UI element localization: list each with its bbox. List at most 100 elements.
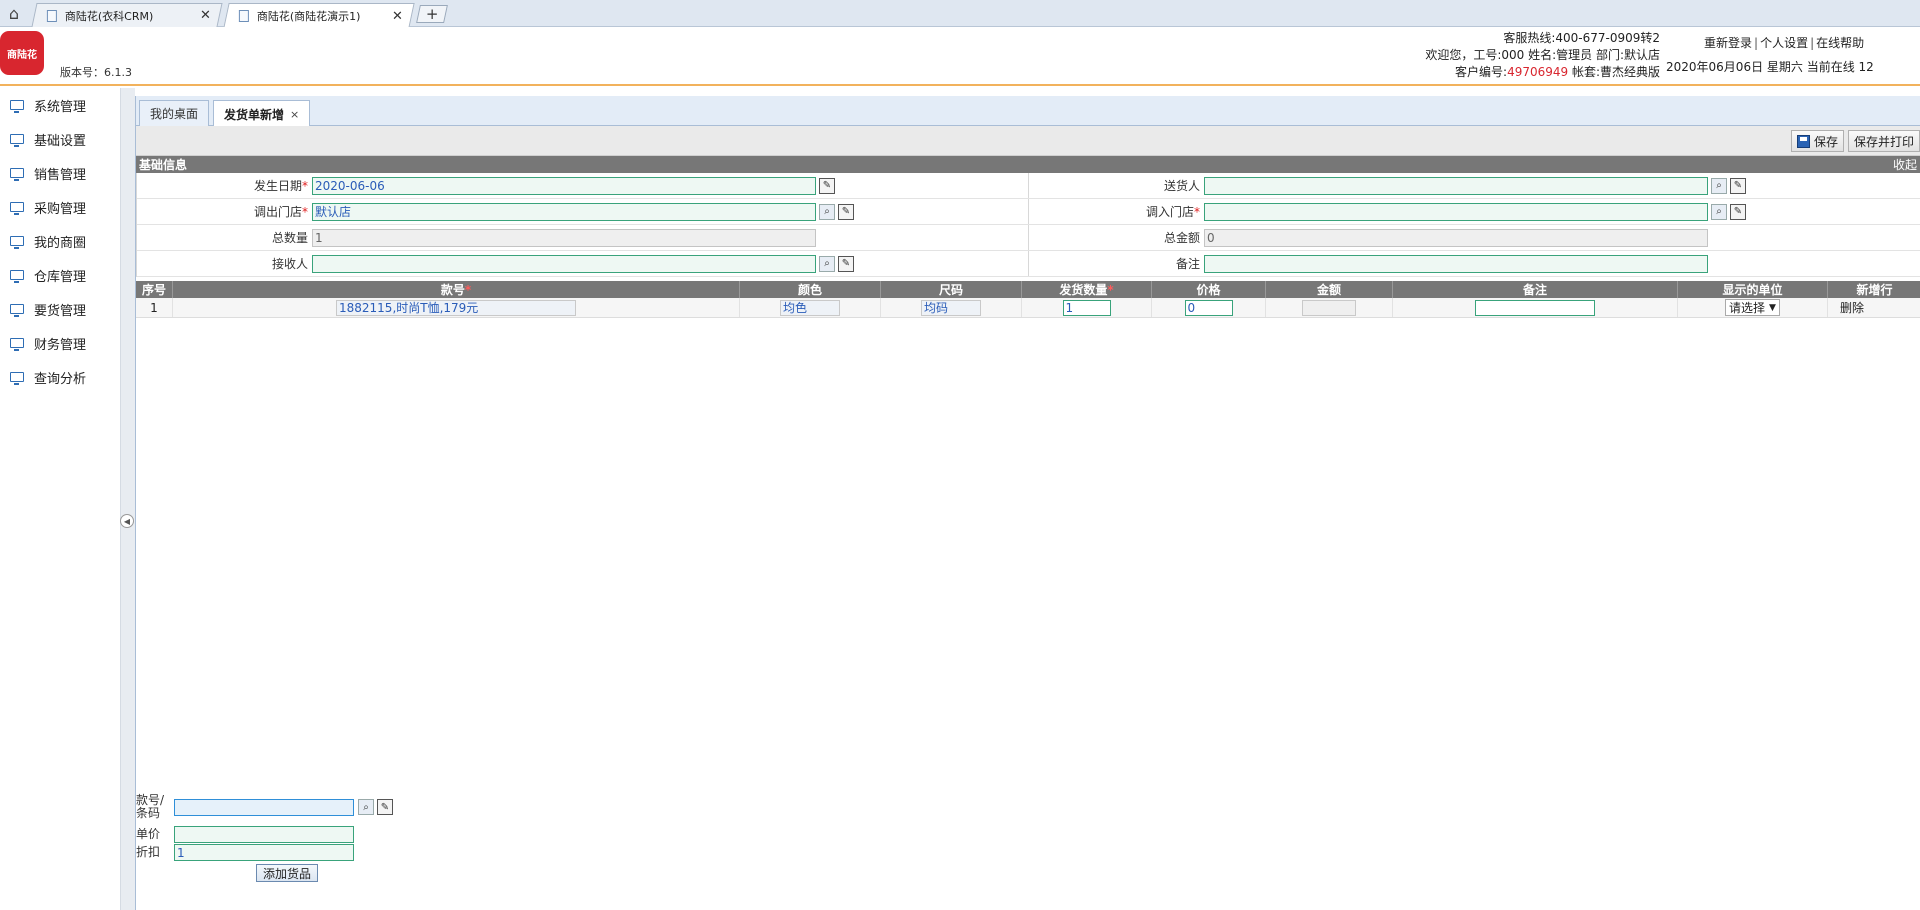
sidebar-item-business-circle[interactable]: 我的商圈 <box>0 224 120 258</box>
sidebar-splitter[interactable] <box>120 88 135 910</box>
online-help-link[interactable]: 在线帮助 <box>1816 36 1864 50</box>
sidebar: 系统管理 基础设置 销售管理 采购管理 我的商圈 仓库管理 要货管理 财务管理 … <box>0 88 120 910</box>
page-icon <box>46 9 57 22</box>
sidebar-item-system[interactable]: 系统管理 <box>0 88 120 122</box>
receiver-cell: 接收人 ⌕ ✎ <box>137 251 1029 276</box>
table-row: 1 1882115,时尚T恤,179元 均色 均码 1 0 请选择 ▼ 删除 <box>136 298 1920 318</box>
close-icon[interactable]: × <box>290 108 299 121</box>
search-icon[interactable]: ⌕ <box>819 203 835 220</box>
section-title: 基础信息 <box>139 158 188 172</box>
unit-price-input[interactable] <box>174 826 354 843</box>
price-input[interactable]: 0 <box>1184 299 1233 316</box>
code-label: 款号/条码 <box>136 793 165 820</box>
close-icon[interactable]: ✕ <box>392 9 403 24</box>
monitor-icon <box>10 270 24 283</box>
sender-cell: 送货人 ⌕ ✎ <box>1029 173 1920 198</box>
sidebar-item-label: 销售管理 <box>34 167 87 183</box>
link-separator: | <box>1810 36 1815 50</box>
edit-icon[interactable]: ✎ <box>838 203 854 220</box>
date-field[interactable]: 2020-06-06 <box>312 176 816 195</box>
save-icon <box>1797 134 1810 148</box>
edit-icon[interactable]: ✎ <box>1730 177 1746 194</box>
save-button[interactable]: 保存 <box>1791 130 1845 152</box>
unit-select[interactable]: 请选择 ▼ <box>1725 299 1780 316</box>
edit-icon[interactable]: ✎ <box>838 255 854 272</box>
save-print-button[interactable]: 保存并打印 <box>1848 130 1920 152</box>
search-icon[interactable]: ⌕ <box>1711 177 1727 194</box>
monitor-icon <box>10 168 24 181</box>
search-icon[interactable]: ⌕ <box>1711 203 1727 220</box>
logo-text: 商陆花 <box>7 49 37 61</box>
total-amount-field: 0 <box>1204 228 1708 247</box>
collapse-section-link[interactable]: 收起 <box>1893 156 1917 173</box>
out-store-field[interactable]: 默认店 <box>312 202 816 221</box>
total-amount-cell: 总金额 0 <box>1029 225 1920 250</box>
new-tab-button[interactable]: + <box>416 5 448 23</box>
in-store-label: 调入门店* <box>1145 205 1200 219</box>
form-row: 总数量 1 总金额 0 <box>137 225 1920 251</box>
sidebar-item-label: 系统管理 <box>34 99 87 115</box>
unit-select-value: 请选择 <box>1729 301 1766 315</box>
delete-row-link[interactable]: 删除 <box>1828 298 1920 317</box>
collapse-sidebar-icon[interactable]: ◀ <box>120 514 134 528</box>
tab-delivery-new[interactable]: 发货单新增 × <box>213 100 311 127</box>
browser-tab-title: 商陆花(商陆花演示1) <box>256 10 361 23</box>
close-icon[interactable]: ✕ <box>200 8 211 23</box>
add-goods-button[interactable]: 添加货品 <box>256 864 318 882</box>
browser-tab-demo[interactable]: 商陆花(商陆花演示1) ✕ <box>223 3 415 28</box>
home-icon[interactable]: ⌂ <box>2 3 26 23</box>
style-field[interactable]: 1882115,时尚T恤,179元 <box>336 299 576 316</box>
sidebar-item-finance[interactable]: 财务管理 <box>0 326 120 360</box>
remark-field[interactable] <box>1204 254 1708 273</box>
personal-settings-link[interactable]: 个人设置 <box>1760 36 1808 50</box>
col-amount: 金额 <box>1266 281 1393 298</box>
col-add-row[interactable]: 新增行 <box>1828 281 1920 298</box>
remark-label: 备注 <box>1175 257 1200 271</box>
sidebar-item-query[interactable]: 查询分析 <box>0 360 120 394</box>
total-qty-field: 1 <box>312 228 816 247</box>
row-remark-input[interactable] <box>1475 299 1595 316</box>
date-cell: 发生日期* 2020-06-06 ✎ <box>137 173 1029 198</box>
monitor-icon <box>10 202 24 215</box>
receiver-field[interactable] <box>312 254 816 273</box>
sender-field[interactable] <box>1204 176 1708 195</box>
in-store-field[interactable] <box>1204 202 1708 221</box>
sidebar-item-basic-settings[interactable]: 基础设置 <box>0 122 120 156</box>
col-price: 价格 <box>1152 281 1266 298</box>
col-seq: 序号 <box>136 281 173 298</box>
monitor-icon <box>10 338 24 351</box>
code-input[interactable] <box>174 798 354 816</box>
welcome-text: 欢迎您，工号:000 姓名:管理员 部门:默认店 <box>1425 48 1660 62</box>
browser-tab-title: 商陆花(衣科CRM) <box>64 9 154 23</box>
unit-price-label: 单价 <box>136 827 161 841</box>
edit-icon[interactable]: ✎ <box>1730 203 1746 220</box>
amount-field <box>1302 299 1356 316</box>
page-icon <box>238 10 249 22</box>
content-tabs: 我的桌面 发货单新增 × <box>136 96 1920 127</box>
edit-icon[interactable]: ✎ <box>819 177 835 194</box>
basic-info-form: 发生日期* 2020-06-06 ✎ 送货人 ⌕ ✎ 调出门店* 默认店 ⌕ ✎… <box>136 173 1920 277</box>
color-field[interactable]: 均色 <box>780 299 840 316</box>
logo: 商陆花 <box>0 31 44 75</box>
sidebar-item-warehouse[interactable]: 仓库管理 <box>0 258 120 292</box>
account-line: 客户编号:49706949 帐套:曹杰经典版 <box>1425 64 1660 81</box>
search-icon[interactable]: ⌕ <box>358 799 374 815</box>
toolbar: 保存 保存并打印 <box>136 126 1920 156</box>
sidebar-item-sales[interactable]: 销售管理 <box>0 156 120 190</box>
sidebar-item-purchase[interactable]: 采购管理 <box>0 190 120 224</box>
sidebar-item-requisition[interactable]: 要货管理 <box>0 292 120 326</box>
date-online-text: 2020年06月06日 星期六 当前在线 12 <box>1666 60 1874 74</box>
size-field[interactable]: 均码 <box>921 299 981 316</box>
monitor-icon <box>10 304 24 317</box>
browser-tab-crm[interactable]: 商陆花(衣科CRM) ✕ <box>31 3 223 27</box>
tab-my-desktop[interactable]: 我的桌面 <box>139 100 210 126</box>
relogin-link[interactable]: 重新登录 <box>1704 36 1752 50</box>
receiver-label: 接收人 <box>271 257 308 271</box>
search-icon[interactable]: ⌕ <box>819 255 835 272</box>
version-label: 版本号：6.1.3 <box>60 66 132 79</box>
discount-input[interactable]: 1 <box>174 844 354 861</box>
qty-input[interactable]: 1 <box>1062 299 1111 316</box>
edit-icon[interactable]: ✎ <box>377 799 393 815</box>
discount-row: 折扣 1 <box>136 844 354 861</box>
discount-label: 折扣 <box>136 845 161 859</box>
